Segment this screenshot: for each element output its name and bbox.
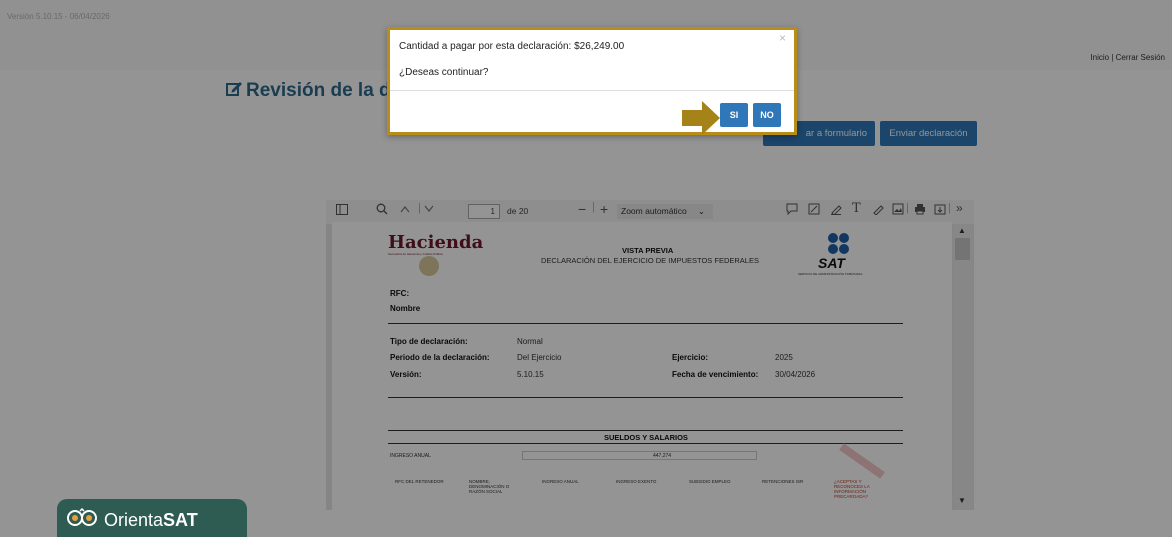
dialog-divider bbox=[390, 90, 794, 91]
owl-icon bbox=[67, 507, 97, 533]
orienta-sat-label: OrientaSAT bbox=[104, 510, 198, 531]
dialog-message: Cantidad a pagar por esta declaración: $… bbox=[399, 41, 625, 52]
orienta-sat-badge[interactable]: OrientaSAT bbox=[57, 499, 247, 537]
sat-word: SAT bbox=[163, 510, 198, 530]
confirm-dialog: × Cantidad a pagar por esta declaración:… bbox=[387, 27, 797, 135]
orienta-word: Orienta bbox=[104, 510, 164, 530]
page: Versión 5.10.15 - 06/04/2026 Inicio | Ce… bbox=[0, 0, 1172, 537]
dialog-question: ¿Deseas continuar? bbox=[399, 67, 489, 78]
close-icon[interactable]: × bbox=[779, 31, 786, 45]
yes-button[interactable]: SI bbox=[720, 103, 748, 127]
arrow-pointer-icon bbox=[682, 101, 720, 140]
no-button[interactable]: NO bbox=[753, 103, 781, 127]
